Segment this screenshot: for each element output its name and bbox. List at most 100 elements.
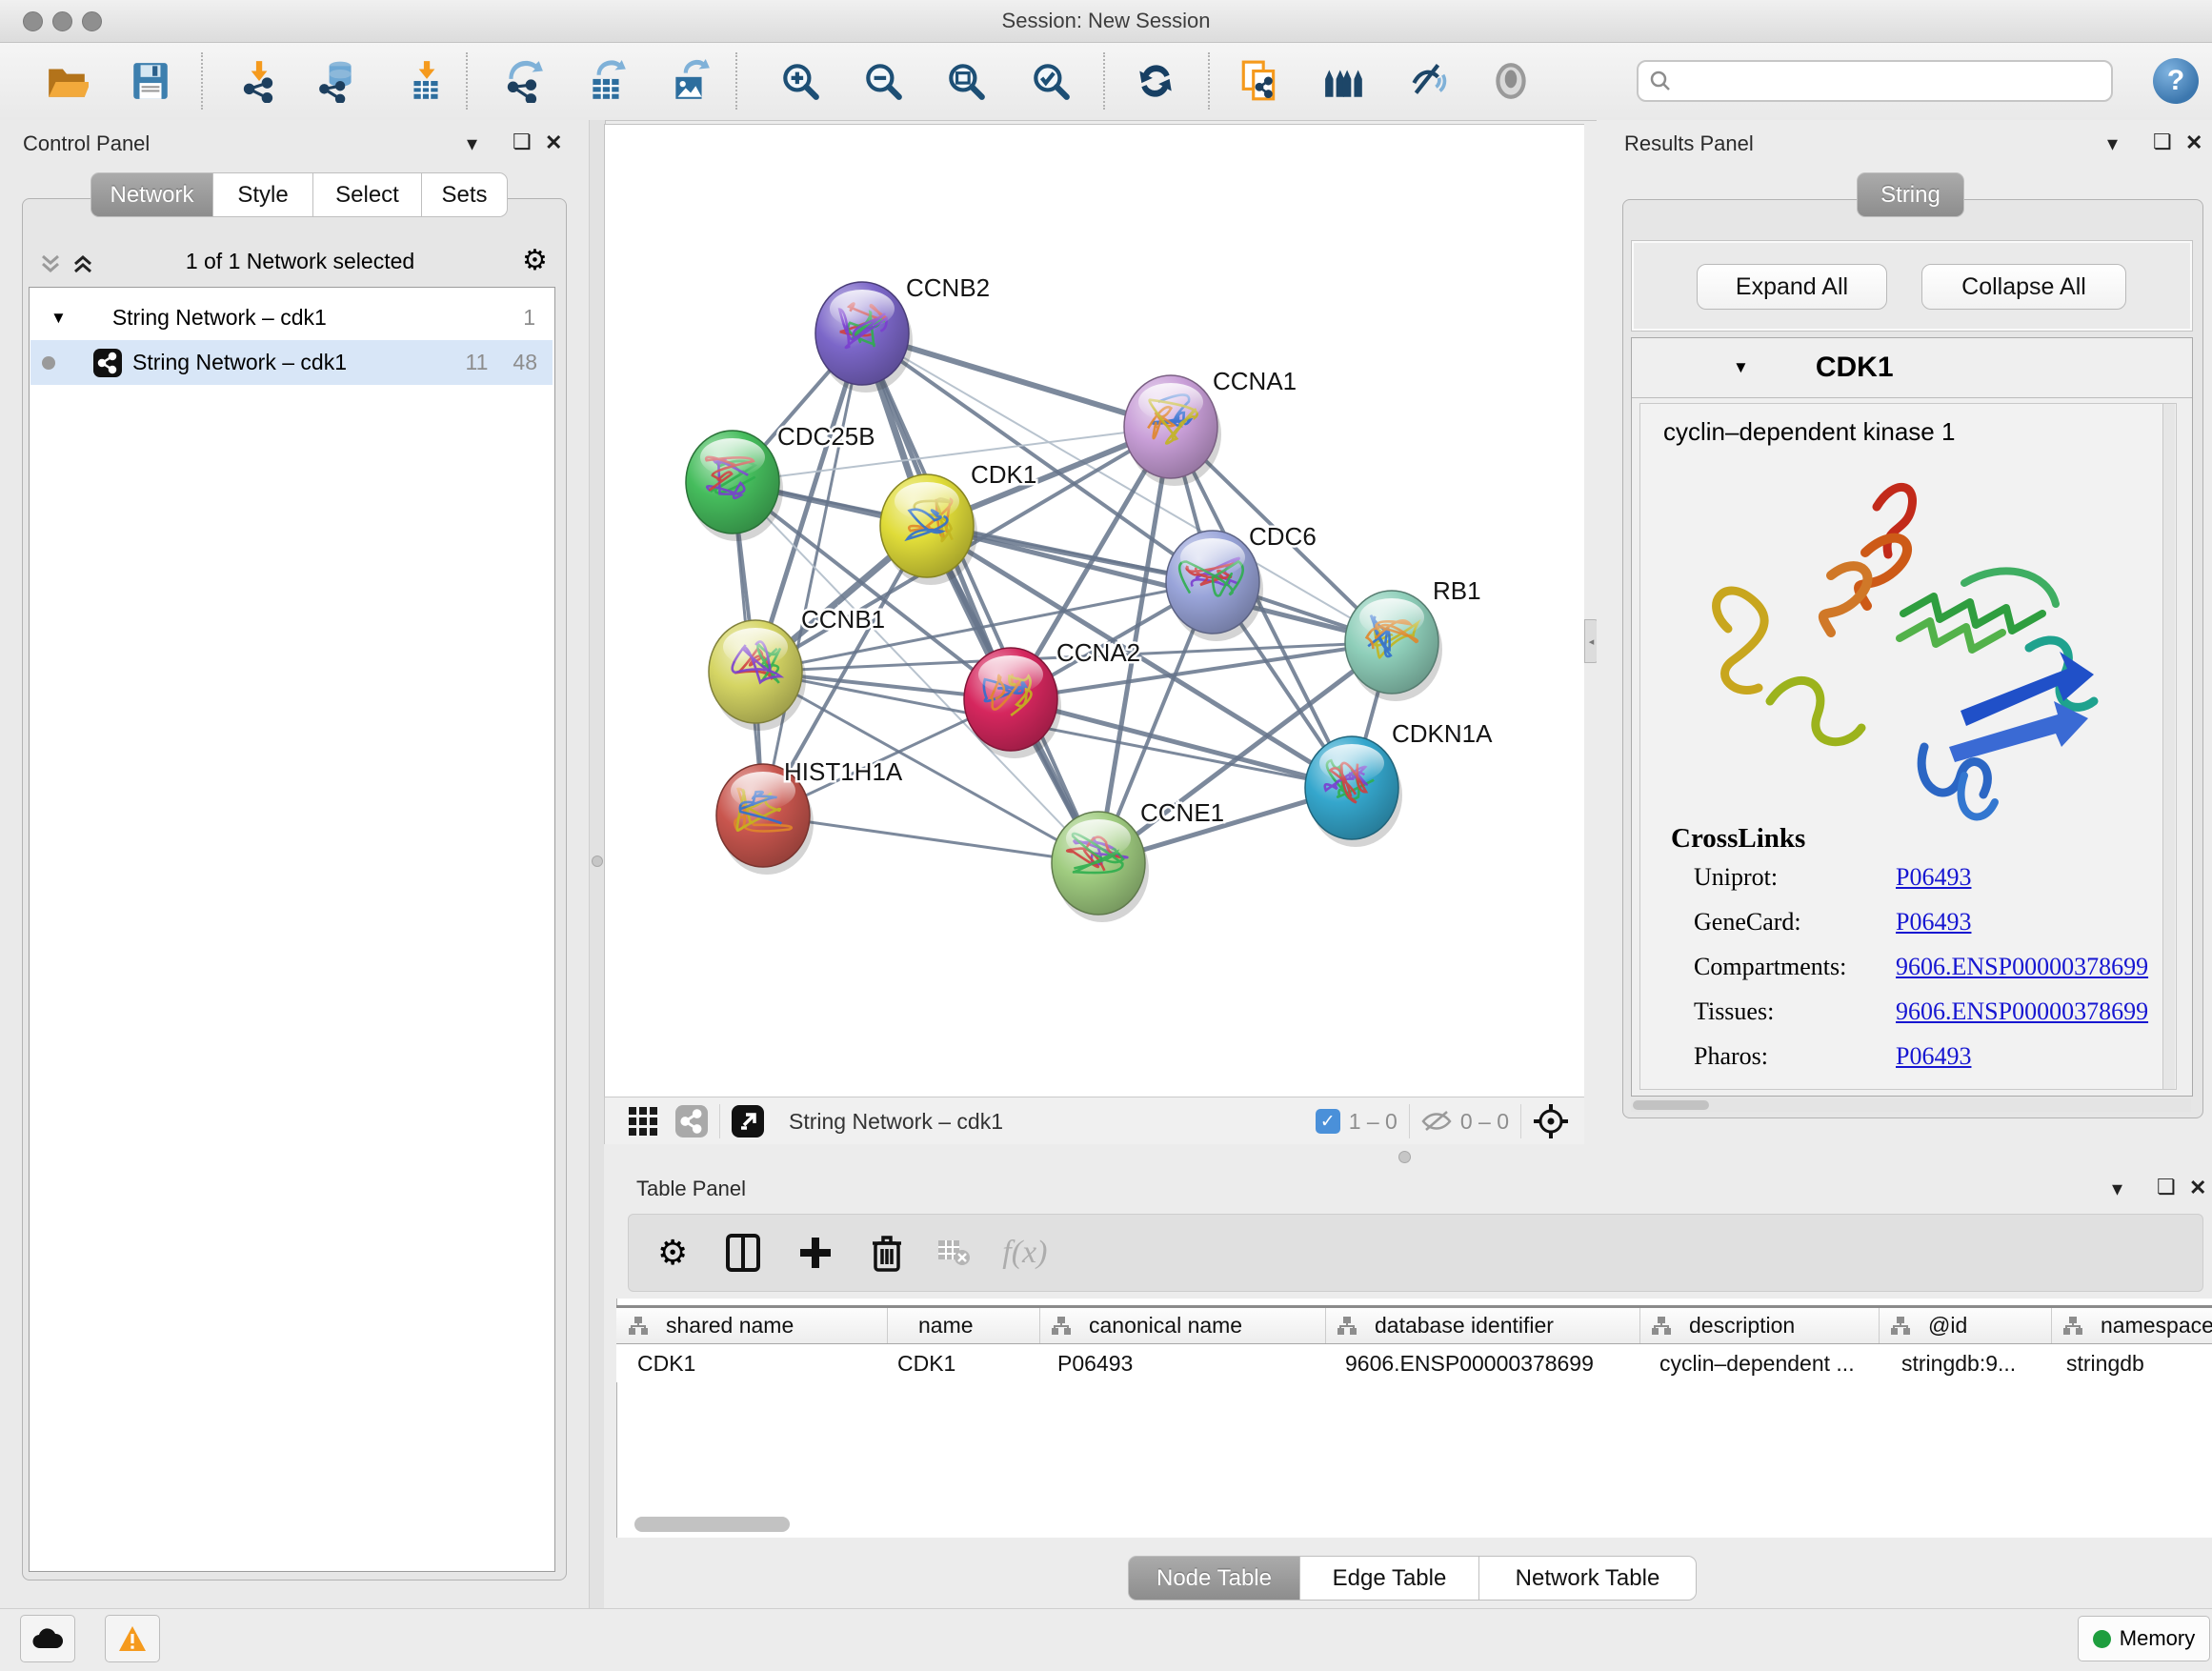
crosslink-tissues-link[interactable]: 9606.ENSP00000378699 xyxy=(1896,997,2148,1026)
warnings-button[interactable] xyxy=(105,1615,160,1662)
splitter-handle[interactable] xyxy=(1398,1151,1411,1163)
panel-close-icon[interactable]: ✕ xyxy=(545,131,562,155)
column-header--id[interactable]: @id xyxy=(1879,1308,2052,1343)
network-node-CDC25B[interactable] xyxy=(686,431,783,541)
expand-all-icon[interactable] xyxy=(70,252,95,276)
network-canvas[interactable]: CCNB2CCNA1CDC25BCDK1CDC6RB1CCNB1CCNA2CDK… xyxy=(604,124,1584,1097)
zoom-fit-button[interactable] xyxy=(941,56,991,106)
show-all-button[interactable] xyxy=(1486,56,1536,106)
open-session-button[interactable] xyxy=(42,56,91,106)
network-overview-icon[interactable] xyxy=(675,1105,708,1137)
results-vertical-scrollbar[interactable] xyxy=(2162,404,2175,1089)
memory-button[interactable]: Memory xyxy=(2078,1616,2210,1661)
search-box[interactable] xyxy=(1637,60,2113,102)
search-input[interactable] xyxy=(1673,68,2086,94)
network-tree-root-row[interactable]: ▼ String Network – cdk1 1 xyxy=(30,295,553,340)
column-type-icon xyxy=(2062,1316,2083,1337)
disclosure-triangle-icon[interactable]: ▼ xyxy=(1733,358,1749,377)
table-cell[interactable]: stringdb xyxy=(2051,1344,2212,1382)
panel-menu-icon[interactable]: ▾ xyxy=(2107,131,2118,156)
zoom-in-button[interactable] xyxy=(775,56,825,106)
network-options-gear-icon[interactable]: ⚙ xyxy=(522,244,548,277)
collapse-all-button[interactable]: Collapse All xyxy=(1921,264,2126,310)
gene-header-row[interactable]: ▼ CDK1 xyxy=(1632,338,2192,398)
tab-sets[interactable]: Sets xyxy=(422,172,508,217)
help-button[interactable]: ? xyxy=(2153,58,2199,104)
birdseye-grid-icon[interactable] xyxy=(628,1106,658,1137)
table-settings-gear-icon[interactable]: ⚙ xyxy=(657,1233,688,1273)
column-header-description[interactable]: description xyxy=(1639,1308,1880,1343)
scrollbar-thumb[interactable] xyxy=(1633,1100,1709,1110)
new-network-from-selection-button[interactable] xyxy=(1235,56,1284,106)
tab-select[interactable]: Select xyxy=(313,172,422,217)
import-network-database-button[interactable] xyxy=(313,56,363,106)
results-horizontal-scrollbar[interactable] xyxy=(1631,1098,2191,1112)
table-cell[interactable]: P06493 xyxy=(1039,1344,1325,1382)
export-image-button[interactable] xyxy=(665,56,714,106)
network-node-CDKN1A[interactable] xyxy=(1305,736,1402,847)
column-header-canonical-name[interactable]: canonical name xyxy=(1039,1308,1326,1343)
tab-network-table[interactable]: Network Table xyxy=(1479,1556,1697,1601)
tab-node-table[interactable]: Node Table xyxy=(1128,1556,1300,1601)
tab-network[interactable]: Network xyxy=(90,172,213,217)
collapse-all-icon[interactable] xyxy=(38,252,63,276)
delete-column-icon[interactable] xyxy=(871,1234,903,1272)
network-node-CDK1[interactable] xyxy=(880,474,977,585)
table-cell[interactable]: 9606.ENSP00000378699 xyxy=(1325,1344,1639,1382)
table-cell[interactable]: stringdb:9... xyxy=(1879,1344,2051,1382)
panel-float-icon[interactable]: ❏ xyxy=(513,130,532,154)
column-label: shared name xyxy=(666,1313,794,1339)
first-neighbors-button[interactable] xyxy=(1319,56,1369,106)
crosslink-compartments-link[interactable]: 9606.ENSP00000378699 xyxy=(1896,953,2148,981)
detach-view-icon[interactable] xyxy=(732,1105,764,1137)
expand-all-button[interactable]: Expand All xyxy=(1697,264,1887,310)
automation-cloud-button[interactable] xyxy=(20,1615,75,1662)
add-column-icon[interactable] xyxy=(798,1236,833,1270)
table-cell[interactable]: cyclin–dependent ... xyxy=(1639,1344,1879,1382)
network-edge-CCNB2-HIST1H1A[interactable] xyxy=(763,333,862,815)
import-table-file-button[interactable] xyxy=(401,56,451,106)
export-network-button[interactable] xyxy=(498,56,548,106)
network-node-CCNA1[interactable] xyxy=(1124,375,1221,486)
tab-edge-table[interactable]: Edge Table xyxy=(1300,1556,1479,1601)
network-node-CCNB2[interactable] xyxy=(815,282,913,393)
table-cell[interactable]: CDK1 xyxy=(616,1344,887,1382)
apply-layout-button[interactable] xyxy=(1131,56,1180,106)
panel-menu-icon[interactable]: ▾ xyxy=(467,131,477,156)
column-header-namespace[interactable]: namespace xyxy=(2051,1308,2212,1343)
disclosure-triangle-icon[interactable]: ▼ xyxy=(50,309,67,328)
crosslink-uniprot-link[interactable]: P06493 xyxy=(1896,863,1971,892)
zoom-out-button[interactable] xyxy=(858,56,908,106)
table-row[interactable]: CDK1CDK1P064939606.ENSP00000378699cyclin… xyxy=(616,1344,2212,1382)
panel-float-icon[interactable]: ❏ xyxy=(2153,130,2172,154)
network-tree-item-row[interactable]: String Network – cdk1 11 48 xyxy=(30,340,553,385)
results-panel-title: Results Panel xyxy=(1624,131,1754,156)
delete-table-icon[interactable] xyxy=(937,1239,970,1266)
column-header-database-identifier[interactable]: database identifier xyxy=(1325,1308,1640,1343)
table-cell[interactable]: CDK1 xyxy=(887,1344,1039,1382)
panel-menu-icon[interactable]: ▾ xyxy=(2112,1177,2122,1201)
column-header-shared-name[interactable]: shared name xyxy=(616,1308,888,1343)
splitter-handle[interactable] xyxy=(592,856,603,867)
crosslink-pharos-link[interactable]: P06493 xyxy=(1896,1042,1971,1071)
import-network-file-button[interactable] xyxy=(233,56,283,106)
network-node-CCNA2[interactable] xyxy=(964,648,1061,758)
panel-float-icon[interactable]: ❏ xyxy=(2157,1175,2176,1199)
zoom-selected-button[interactable] xyxy=(1026,56,1076,106)
center-view-crosshair-icon[interactable] xyxy=(1533,1103,1569,1139)
crosslink-genecard-link[interactable]: P06493 xyxy=(1896,908,1971,936)
hide-selected-button[interactable] xyxy=(1403,56,1453,106)
column-header-name[interactable]: name xyxy=(887,1308,1040,1343)
panel-close-icon[interactable]: ✕ xyxy=(2189,1176,2206,1200)
export-table-button[interactable] xyxy=(582,56,632,106)
network-node-RB1[interactable] xyxy=(1345,591,1442,701)
show-columns-icon[interactable] xyxy=(726,1234,760,1272)
selected-checkbox-icon[interactable]: ✓ xyxy=(1316,1109,1340,1134)
save-session-button[interactable] xyxy=(126,56,175,106)
horizontal-splitter[interactable] xyxy=(604,1144,2212,1168)
network-node-CCNE1[interactable] xyxy=(1052,812,1149,922)
panel-close-icon[interactable]: ✕ xyxy=(2185,131,2202,155)
tab-string[interactable]: String xyxy=(1857,172,1964,217)
tab-style[interactable]: Style xyxy=(213,172,313,217)
table-horizontal-scrollbar-thumb[interactable] xyxy=(634,1517,790,1532)
